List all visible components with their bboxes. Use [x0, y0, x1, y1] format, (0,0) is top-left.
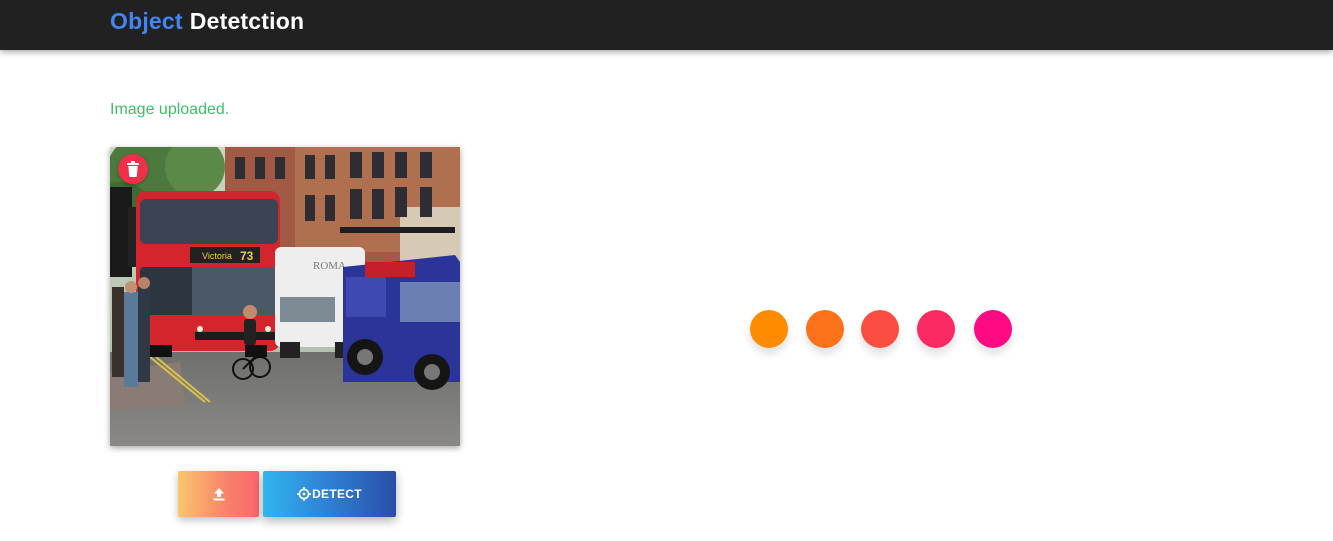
brand-title-part2: Detetction [189, 8, 305, 34]
svg-text:ROMA: ROMA [313, 260, 346, 272]
svg-text:Victoria: Victoria [202, 251, 232, 261]
brand-title[interactable]: Object Detetction [110, 8, 304, 35]
trash-icon [126, 161, 140, 177]
loading-dot [750, 310, 788, 348]
brand-title-part1: Object [110, 8, 183, 34]
loading-indicator [750, 310, 1012, 348]
street-scene-image: Victoria 73 ROMA [110, 147, 460, 446]
crosshair-icon [297, 487, 312, 501]
detect-button-label: DETECT [312, 487, 362, 501]
uploaded-image-preview: Victoria 73 ROMA [110, 147, 460, 446]
delete-image-button[interactable] [118, 154, 148, 184]
loading-dot [917, 310, 955, 348]
loading-dot [861, 310, 899, 348]
loading-dot [806, 310, 844, 348]
upload-status-message: Image uploaded. [110, 101, 230, 118]
navbar: Object Detetction [0, 0, 1333, 50]
upload-button[interactable] [178, 471, 259, 517]
upload-icon [212, 487, 226, 501]
detect-button[interactable]: DETECT [263, 471, 396, 517]
svg-text:73: 73 [240, 249, 254, 263]
loading-dot [974, 310, 1012, 348]
